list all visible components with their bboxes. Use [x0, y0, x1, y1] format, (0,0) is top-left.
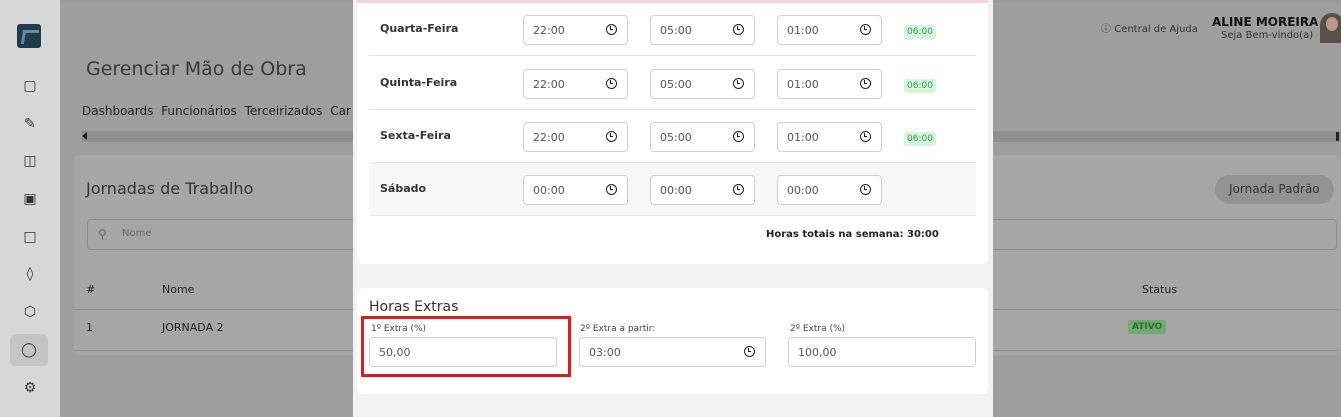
file-icon[interactable]: □ — [19, 226, 41, 248]
help-link[interactable]: ⓘ Central de Ajuda — [1101, 20, 1198, 35]
clock-icon[interactable] — [606, 184, 617, 195]
end-time-input[interactable]: 05:00 — [650, 15, 755, 45]
bag-icon[interactable]: ▣ — [19, 188, 41, 210]
column-index: # — [86, 283, 96, 296]
break-time-input[interactable]: 01:00 — [777, 122, 882, 152]
layers-icon[interactable]: ◊ — [19, 263, 41, 285]
start-time-input[interactable]: 22:00 — [523, 69, 628, 99]
avatar[interactable] — [1320, 13, 1341, 43]
wrench-icon[interactable]: ⚙ — [19, 377, 41, 399]
start-time-value: 22:00 — [533, 78, 565, 91]
nav-terceirizados[interactable]: Terceirizados — [245, 104, 323, 118]
clock-icon[interactable] — [733, 24, 744, 35]
highlight-box — [361, 316, 571, 377]
break-time-value: 01:00 — [787, 78, 819, 91]
page-title: Gerenciar Mão de Obra — [86, 58, 307, 80]
clock-icon[interactable] — [606, 24, 617, 35]
total-hours-badge: 06:00 — [904, 132, 936, 146]
kanban-icon[interactable]: ◫ — [19, 150, 41, 172]
help-icon: ⓘ — [1101, 24, 1111, 35]
start-time-value: 22:00 — [533, 24, 565, 37]
second-extra-input[interactable]: 100,00 — [788, 337, 976, 367]
row-index: 1 — [86, 321, 93, 334]
row-name[interactable]: JORNADA 2 — [162, 321, 224, 334]
jornada-padrao-button[interactable]: Jornada Padrão — [1215, 175, 1334, 204]
day-label: Sábado — [380, 182, 427, 195]
break-time-value: 00:00 — [787, 184, 819, 197]
clock-icon[interactable] — [733, 131, 744, 142]
clock-icon[interactable] — [606, 78, 617, 89]
end-time-input[interactable]: 05:00 — [650, 69, 755, 99]
clock-icon[interactable] — [606, 131, 617, 142]
day-label: Quarta-Feira — [380, 22, 459, 35]
end-time-value: 05:00 — [660, 78, 692, 91]
card-title: Jornadas de Trabalho — [86, 179, 254, 198]
column-name: Nome — [162, 283, 195, 296]
start-time-input[interactable]: 22:00 — [523, 15, 628, 45]
column-status: Status — [1142, 283, 1178, 296]
break-time-value: 01:00 — [787, 24, 819, 37]
schedule-row: Quinta-Feira 22:00 05:00 01:00 06:00 — [369, 57, 976, 110]
user-greeting: Seja Bem-vindo(a) — [1221, 30, 1314, 41]
app-logo[interactable] — [17, 24, 41, 48]
nav-funcionarios[interactable]: Funcionários — [161, 104, 237, 118]
clock-icon[interactable] — [860, 131, 871, 142]
scroll-right-icon[interactable] — [1336, 132, 1339, 141]
end-time-input[interactable]: 05:00 — [650, 122, 755, 152]
schedule-panel: Quarta-Feira 22:00 05:00 01:00 06:00 Qui… — [357, 0, 988, 264]
start-time-value: 22:00 — [533, 131, 565, 144]
clock-icon[interactable] — [733, 184, 744, 195]
break-time-input[interactable]: 01:00 — [777, 15, 882, 45]
clock-icon[interactable] — [733, 78, 744, 89]
scroll-left-icon[interactable] — [82, 132, 87, 140]
start-time-value: 00:00 — [533, 184, 565, 197]
weekly-total-value: 30:00 — [907, 229, 939, 240]
second-from-input[interactable]: 03:00 — [579, 337, 766, 367]
total-hours-badge: 06:00 — [904, 79, 936, 93]
schedule-row: Quarta-Feira 22:00 05:00 01:00 06:00 — [369, 3, 976, 56]
day-label: Sexta-Feira — [380, 129, 451, 142]
user-icon[interactable]: ◯ — [10, 334, 48, 366]
start-time-input[interactable]: 00:00 — [523, 175, 628, 205]
search-placeholder: Nome — [122, 228, 152, 239]
second-from-value: 03:00 — [589, 346, 621, 359]
break-time-input[interactable]: 00:00 — [777, 175, 882, 205]
schedule-row: Sexta-Feira 22:00 05:00 01:00 06:00 — [369, 110, 976, 163]
search-icon: ⚲ — [98, 227, 107, 241]
end-time-input[interactable]: 00:00 — [650, 175, 755, 205]
overtime-panel: Horas Extras 1º Extra (%) 50,00 2º Extra… — [357, 288, 988, 394]
schedule-row: Sábado 00:00 00:00 00:00 — [369, 163, 976, 216]
total-hours-badge: 06:00 — [904, 25, 936, 39]
overtime-title: Horas Extras — [369, 299, 459, 315]
nav-cargos[interactable]: Car — [330, 104, 351, 118]
end-time-value: 00:00 — [660, 184, 692, 197]
nav-dashboards[interactable]: Dashboards — [82, 104, 153, 118]
sidebar: ▢ ✎ ◫ ▣ □ ◊ ⬡ ◯ ⚙ — [0, 0, 60, 417]
clock-icon[interactable] — [860, 184, 871, 195]
top-nav: Dashboards Funcionários Terceirizados Ca… — [82, 104, 351, 118]
pencil-icon[interactable]: ✎ — [19, 113, 41, 135]
box-icon[interactable]: ⬡ — [19, 301, 41, 323]
second-extra-label: 2º Extra (%) — [790, 324, 846, 334]
second-extra-value: 100,00 — [798, 346, 837, 359]
user-name: ALINE MOREIRA — [1212, 15, 1319, 29]
end-time-value: 05:00 — [660, 131, 692, 144]
break-time-input[interactable]: 01:00 — [777, 69, 882, 99]
clock-icon[interactable] — [744, 346, 755, 357]
help-label: Central de Ajuda — [1114, 24, 1198, 35]
weekly-total-label: Horas totais na semana: — [766, 229, 904, 240]
jornada-modal: Quarta-Feira 22:00 05:00 01:00 06:00 Qui… — [353, 0, 993, 417]
break-time-value: 01:00 — [787, 131, 819, 144]
monitor-icon[interactable]: ▢ — [19, 75, 41, 97]
clock-icon[interactable] — [860, 24, 871, 35]
status-badge: ATIVO — [1128, 320, 1167, 334]
start-time-input[interactable]: 22:00 — [523, 122, 628, 152]
second-from-label: 2º Extra a partir: — [580, 324, 656, 334]
clock-icon[interactable] — [860, 78, 871, 89]
end-time-value: 05:00 — [660, 24, 692, 37]
day-label: Quinta-Feira — [380, 76, 458, 89]
